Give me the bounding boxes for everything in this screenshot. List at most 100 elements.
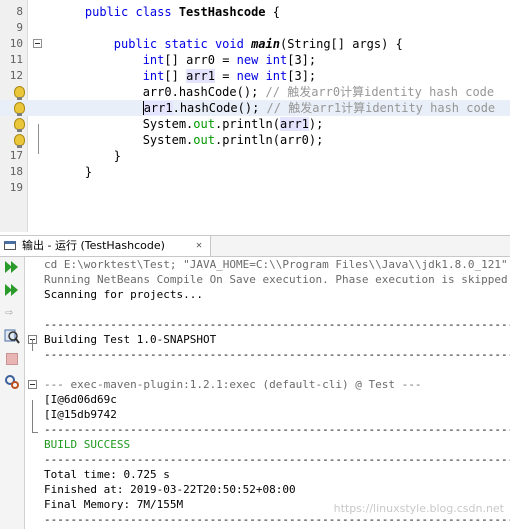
- code-token: System.: [56, 117, 194, 131]
- code-token: out: [193, 133, 215, 147]
- code-token: // 触发arr0计算identity hash code: [265, 85, 495, 99]
- code-line[interactable]: 18 }: [0, 164, 510, 180]
- code-text: }: [56, 148, 121, 164]
- output-line-text: --- exec-maven-plugin:1.2.1:exec (defaul…: [44, 378, 422, 391]
- step-over-button[interactable]: ⇨: [4, 305, 20, 321]
- code-text: System.out.println(arr1);: [56, 116, 323, 132]
- code-line[interactable]: 19: [0, 180, 510, 196]
- code-token: arr1: [186, 69, 215, 83]
- code-token: arr1: [280, 117, 309, 131]
- line-number: 10: [9, 37, 23, 50]
- code-token: public static void: [113, 37, 252, 51]
- code-token: // 触发arr1计算identity hash code: [266, 101, 496, 115]
- code-text: int[] arr1 = new int[3];: [56, 68, 316, 84]
- fold-toggle-icon[interactable]: [33, 39, 42, 48]
- output-tab-label: 输出 - 运行 (TestHashcode): [22, 239, 165, 252]
- code-text: System.out.println(arr0);: [56, 132, 324, 148]
- rerun-button[interactable]: [4, 259, 20, 275]
- code-token: []: [164, 69, 187, 83]
- output-line: [I@15db9742: [26, 407, 510, 422]
- output-line: --- exec-maven-plugin:1.2.1:exec (defaul…: [26, 377, 510, 392]
- code-text: public class TestHashcode {: [56, 4, 280, 20]
- hint-bulb-icon[interactable]: [14, 118, 25, 132]
- code-token: main: [251, 37, 280, 51]
- output-line: Total time: 0.725 s: [26, 467, 510, 482]
- code-line[interactable]: 10 public static void main(String[] args…: [0, 36, 510, 52]
- code-token: int: [142, 69, 165, 83]
- code-token: [3];: [287, 69, 317, 83]
- output-tab[interactable]: 输出 - 运行 (TestHashcode) ✕: [0, 236, 211, 256]
- output-line-text: BUILD SUCCESS: [44, 438, 131, 451]
- hint-bulb-icon[interactable]: [14, 102, 25, 116]
- code-line[interactable]: 17 }: [0, 148, 510, 164]
- code-token: new int: [236, 69, 288, 83]
- line-number: 17: [9, 149, 23, 162]
- code-token: );: [308, 117, 324, 131]
- find-button[interactable]: [4, 328, 20, 344]
- watermark: https://linuxstyle.blog.csdn.net: [333, 502, 504, 515]
- code-line[interactable]: 12 int[] arr1 = new int[3];: [0, 68, 510, 84]
- output-line-text: ----------------------------------------…: [44, 453, 510, 466]
- code-line[interactable]: 11 int[] arr0 = new int[3];: [0, 52, 510, 68]
- code-line[interactable]: arr1.hashCode(); // 触发arr1计算identity has…: [0, 100, 510, 116]
- output-line-text: Final Memory: 7M/155M: [44, 498, 184, 511]
- code-text: }: [56, 164, 92, 180]
- output-line-text: Scanning for projects...: [44, 288, 203, 301]
- code-token: (String[] args) {: [279, 37, 403, 51]
- hint-bulb-icon[interactable]: [14, 134, 25, 148]
- output-line: ----------------------------------------…: [26, 347, 510, 362]
- output-line: BUILD SUCCESS: [26, 437, 510, 452]
- code-editor[interactable]: 8 public class TestHashcode {9 10 public …: [0, 0, 510, 232]
- arrow-right-icon: ⇨: [5, 305, 13, 320]
- code-token: .hashCode();: [172, 101, 267, 115]
- output-line: Scanning for projects...: [26, 287, 510, 302]
- output-line: cd E:\worktest\Test; "JAVA_HOME=C:\\Prog…: [26, 257, 510, 272]
- output-line-text: ----------------------------------------…: [44, 348, 510, 361]
- code-token: out: [193, 117, 215, 131]
- code-line[interactable]: System.out.println(arr1);: [0, 116, 510, 132]
- output-line-text: Running NetBeans Compile On Save executi…: [44, 273, 510, 286]
- code-token: }: [56, 165, 93, 179]
- line-number: 9: [16, 21, 23, 34]
- line-number: 11: [9, 53, 23, 66]
- code-token: }: [56, 149, 122, 163]
- rerun-with-options-button[interactable]: [4, 282, 20, 298]
- output-fold-bracket: [32, 400, 38, 433]
- code-token: arr0.hashCode();: [56, 85, 266, 99]
- code-token: public class: [84, 5, 179, 19]
- output-line: ----------------------------------------…: [26, 452, 510, 467]
- close-icon[interactable]: ✕: [196, 236, 202, 256]
- output-fold-bracket: [32, 339, 38, 351]
- double-play-icon-part: [11, 261, 18, 273]
- line-number: 12: [9, 69, 23, 82]
- settings-button[interactable]: [4, 374, 20, 390]
- code-token: [] arr0 =: [164, 53, 237, 67]
- stop-icon: [6, 353, 18, 365]
- output-window-icon: [4, 241, 16, 250]
- code-line[interactable]: System.out.println(arr0);: [0, 132, 510, 148]
- stop-button[interactable]: [4, 351, 20, 367]
- line-number: 8: [16, 5, 23, 18]
- hint-bulb-icon[interactable]: [14, 86, 25, 100]
- code-text: arr0.hashCode(); // 触发arr0计算identity has…: [56, 84, 494, 100]
- output-toolbar: ⇨: [0, 257, 25, 529]
- code-text: public static void main(String[] args) {: [56, 36, 403, 52]
- code-line[interactable]: arr0.hashCode(); // 触发arr0计算identity has…: [0, 84, 510, 100]
- output-line: Running NetBeans Compile On Save executi…: [26, 272, 510, 287]
- code-token: int: [142, 53, 165, 67]
- gear-icon: [5, 375, 19, 389]
- code-line[interactable]: 8 public class TestHashcode {: [0, 4, 510, 20]
- code-line[interactable]: 9: [0, 20, 510, 36]
- output-line: ----------------------------------------…: [26, 317, 510, 332]
- output-line: Finished at: 2019-03-22T20:50:52+08:00: [26, 482, 510, 497]
- output-lines: cd E:\worktest\Test; "JAVA_HOME=C:\\Prog…: [26, 257, 510, 527]
- output-line: ----------------------------------------…: [26, 422, 510, 437]
- output-console[interactable]: cd E:\worktest\Test; "JAVA_HOME=C:\\Prog…: [26, 257, 510, 529]
- output-fold-icon[interactable]: [28, 380, 37, 389]
- code-token: TestHashcode: [178, 5, 266, 19]
